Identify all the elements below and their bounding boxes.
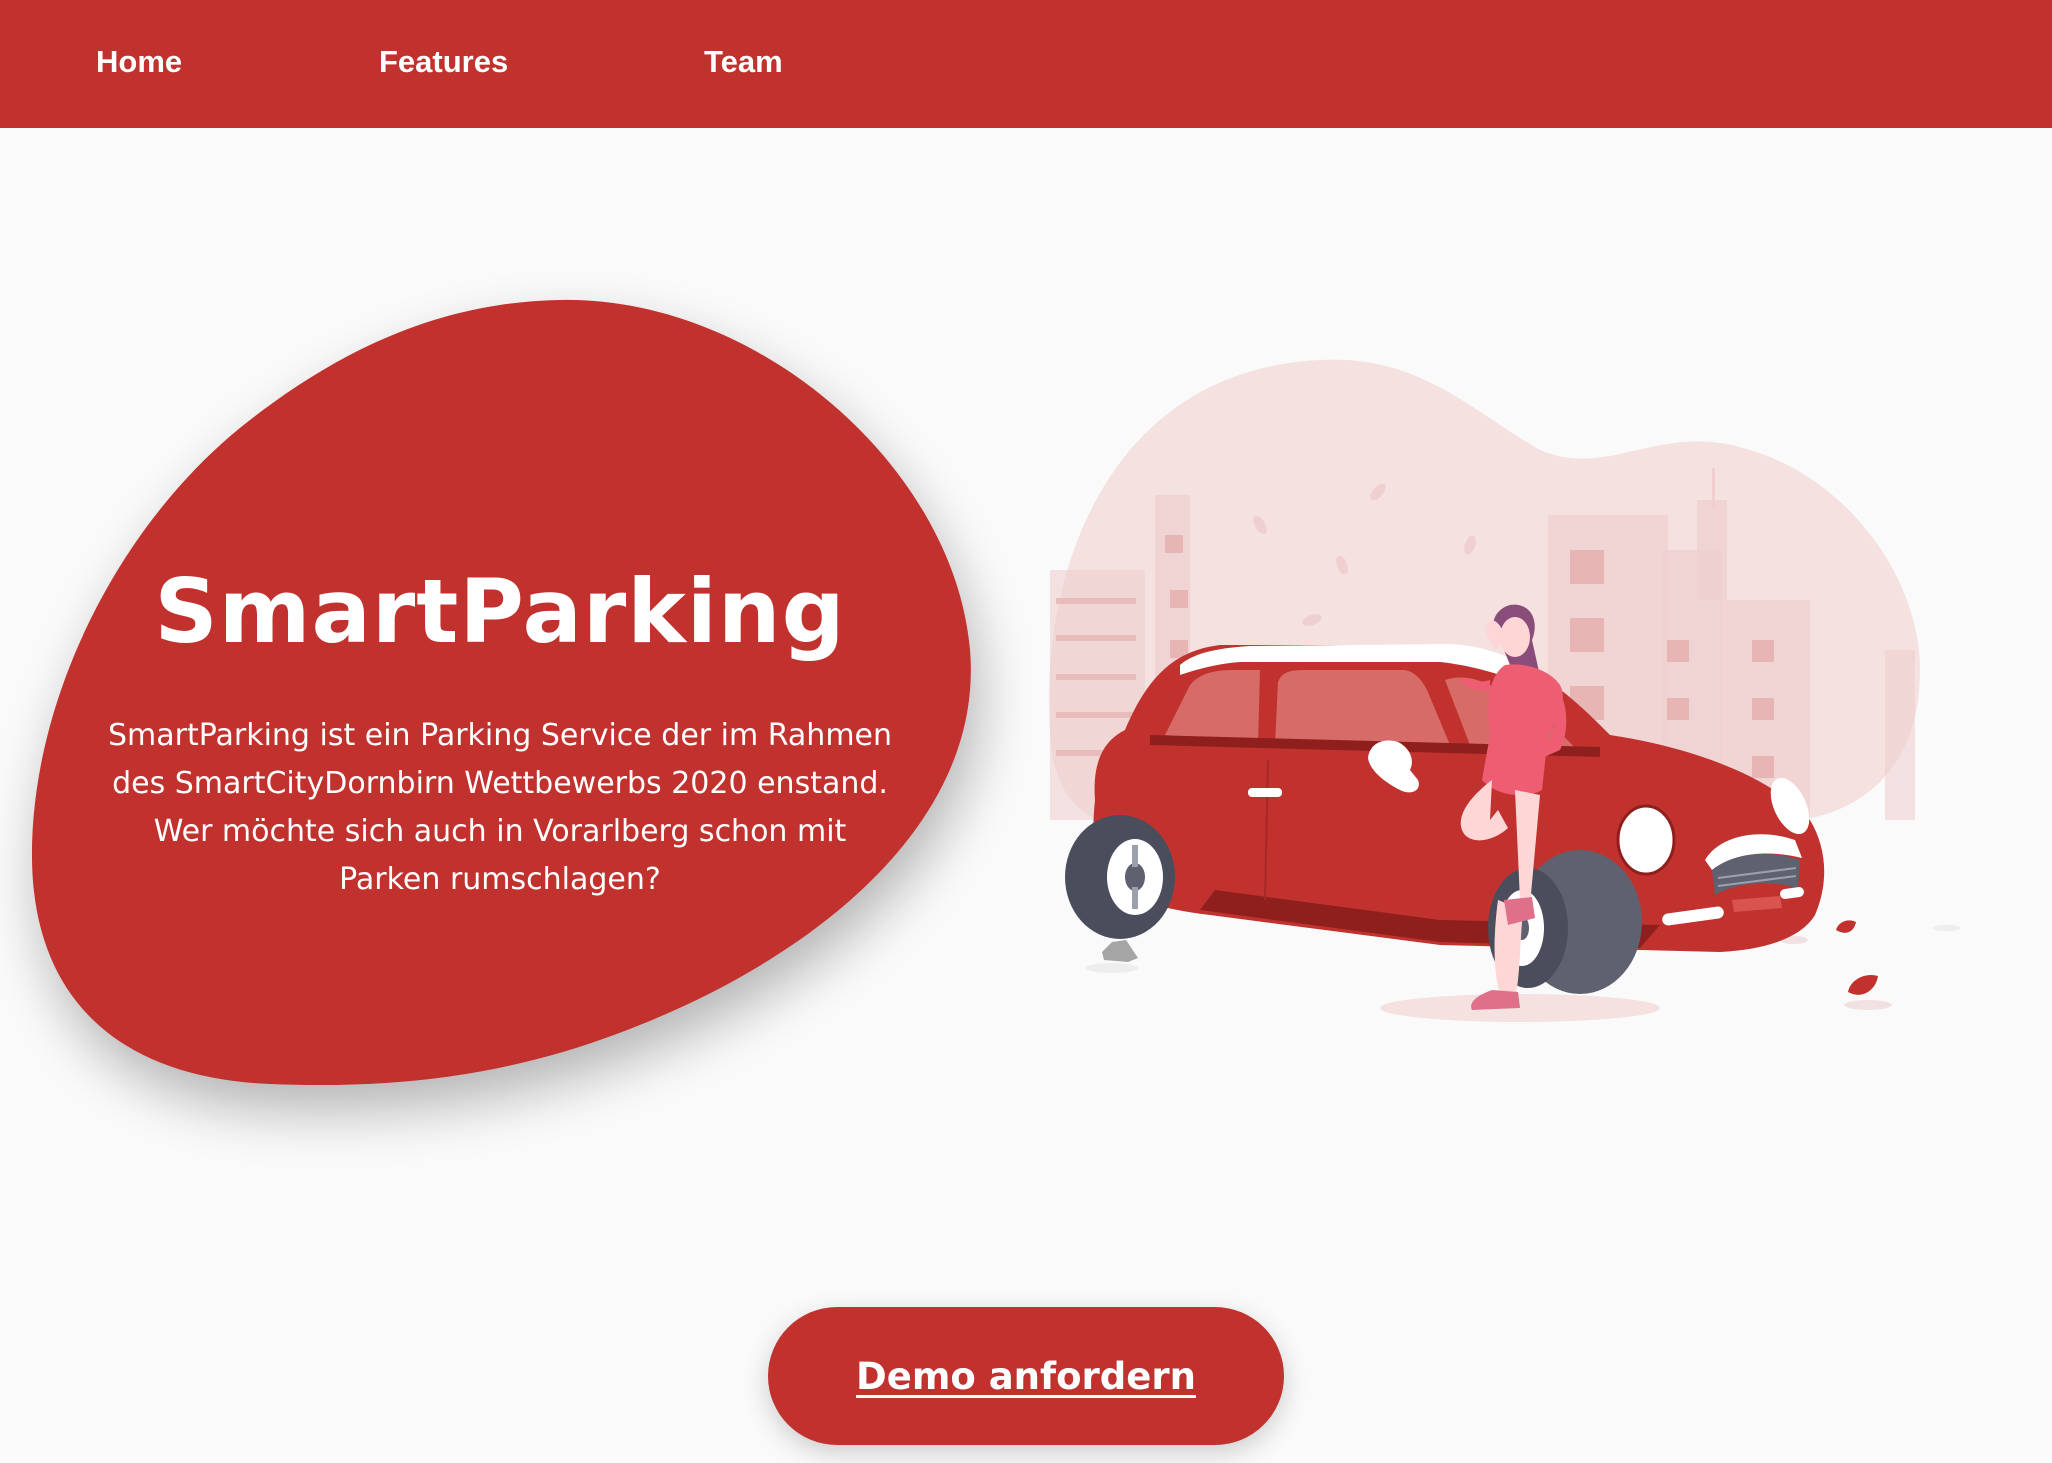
hero-description: SmartParking ist ein Parking Service der… [107,718,893,897]
woman-leaning-on-red-car-illustration [1049,359,1961,1022]
hero-title: SmartParking [154,560,846,663]
demo-request-button-label: Demo anfordern [856,1354,1196,1398]
demo-request-button[interactable]: Demo anfordern [768,1307,1284,1445]
